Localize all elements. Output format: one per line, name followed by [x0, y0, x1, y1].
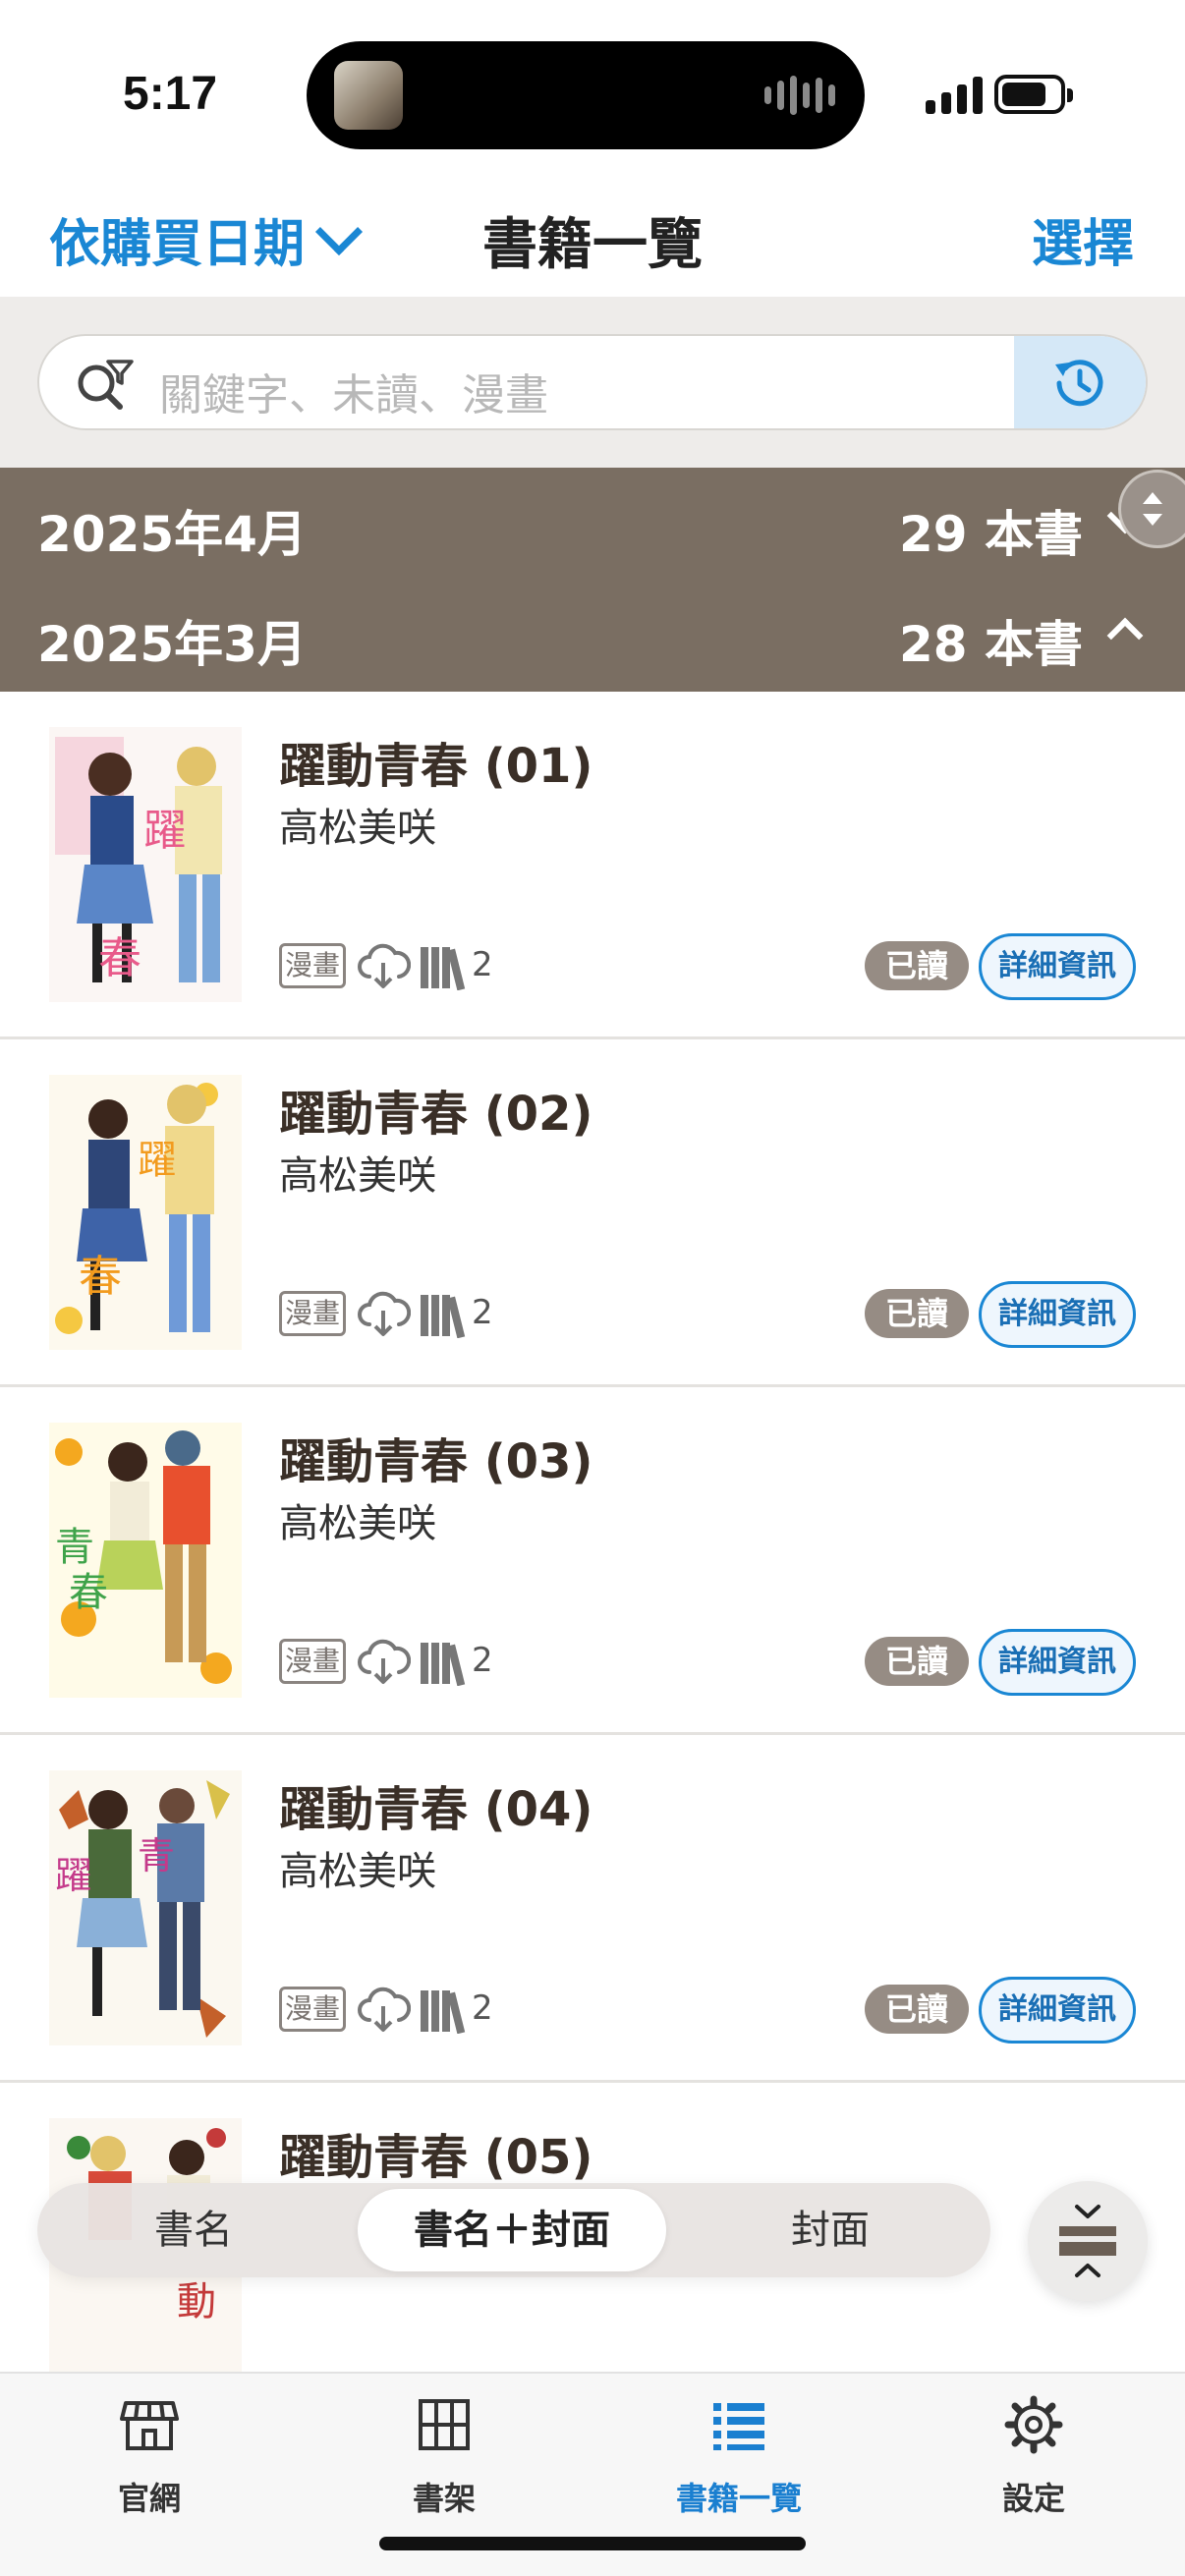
bookshelf-count: 2	[472, 945, 493, 984]
tab-label: 書籍一覽	[675, 2480, 802, 2517]
bookshelf-icon	[421, 947, 466, 990]
details-button[interactable]: 詳細資訊	[979, 933, 1136, 1000]
navigation-bar: 依購買日期 書籍一覽 選擇	[0, 187, 1185, 297]
search-area: 關鍵字、未讀、漫畫	[0, 297, 1185, 468]
svg-text:動: 動	[177, 2279, 216, 2324]
svg-text:春: 春	[69, 1570, 108, 1615]
read-status-badge: 已讀	[865, 1289, 969, 1338]
list-icon	[713, 2403, 764, 2450]
details-button[interactable]: 詳細資訊	[979, 1281, 1136, 1348]
status-time: 5:17	[123, 68, 218, 120]
view-title-cover-option[interactable]: 書名＋封面	[358, 2189, 666, 2271]
book-row[interactable]: 躍 春 躍動青春 (02) 高松美咲 漫畫 2 已讀 詳細資訊	[0, 1039, 1185, 1387]
month-section-header[interactable]: 2025年3月 28 本書	[0, 580, 1185, 692]
cloud-download-icon	[358, 1987, 411, 2032]
book-title: 躍動青春 (05)	[279, 2130, 593, 2185]
book-row[interactable]: 青 春 躍動青春 (03) 高松美咲 漫畫 2 已讀 詳細資訊	[0, 1387, 1185, 1735]
svg-text:青: 青	[138, 1834, 175, 1877]
search-filter-icon	[78, 360, 134, 410]
tab-label: 書架	[412, 2480, 476, 2517]
svg-text:躍: 躍	[55, 1854, 92, 1897]
book-title: 躍動青春 (03)	[279, 1434, 593, 1489]
book-row[interactable]: 躍 青 躍動青春 (04) 高松美咲 漫畫 2 已讀 詳細資訊	[0, 1735, 1185, 2083]
battery-icon	[994, 75, 1073, 114]
book-title: 躍動青春 (02)	[279, 1087, 593, 1142]
grid-icon	[419, 2399, 470, 2450]
store-icon	[120, 2401, 179, 2450]
tab-bookshelf[interactable]: 書架	[346, 2393, 542, 2519]
book-author: 高松美咲	[279, 1501, 436, 1546]
read-status-badge: 已讀	[865, 1637, 969, 1686]
svg-text:春: 春	[98, 933, 141, 983]
month-book-count: 28 本書	[899, 616, 1083, 673]
view-mode-toggle: 書名 書名＋封面 封面	[37, 2183, 990, 2277]
collapse-all-button[interactable]	[1028, 2181, 1148, 2301]
book-author: 高松美咲	[279, 1153, 436, 1199]
book-author: 高松美咲	[279, 806, 436, 851]
month-section-header[interactable]: 2025年4月 29 本書	[0, 468, 1185, 580]
audio-waveform-icon	[764, 73, 835, 118]
cellular-signal-icon	[926, 75, 983, 114]
manga-tag: 漫畫	[279, 1291, 346, 1336]
book-cover-image: 躍 春	[49, 727, 242, 1002]
chevron-up-icon	[1106, 617, 1144, 654]
tab-book-list[interactable]: 書籍一覽	[641, 2393, 837, 2519]
status-bar: 5:17	[0, 0, 1185, 187]
cloud-download-icon	[358, 1291, 411, 1336]
book-title: 躍動青春 (04)	[279, 1782, 593, 1837]
bookshelf-count: 2	[472, 1988, 493, 2028]
manga-tag: 漫畫	[279, 1639, 346, 1684]
manga-tag: 漫畫	[279, 943, 346, 988]
view-cover-only-option[interactable]: 封面	[680, 2189, 981, 2271]
month-label: 2025年4月	[37, 506, 307, 563]
select-button[interactable]: 選擇	[1032, 202, 1134, 276]
search-input[interactable]: 關鍵字、未讀、漫畫	[37, 334, 1148, 430]
cloud-download-icon	[358, 943, 411, 988]
svg-text:躍: 躍	[138, 1138, 177, 1183]
bookshelf-icon	[421, 1990, 466, 2034]
book-cover-image: 躍 春	[49, 1075, 242, 1350]
search-history-button[interactable]	[1014, 336, 1146, 428]
tab-label: 設定	[1001, 2480, 1065, 2517]
month-book-count: 29 本書	[899, 506, 1083, 563]
svg-text:躍: 躍	[143, 806, 187, 856]
now-playing-artwork	[334, 61, 403, 130]
manga-tag: 漫畫	[279, 1987, 346, 2032]
bookshelf-icon	[421, 1643, 466, 1686]
cloud-download-icon	[358, 1639, 411, 1684]
book-cover-image: 躍 青	[49, 1770, 242, 2045]
dynamic-island[interactable]	[307, 41, 865, 149]
gear-icon	[1004, 2395, 1063, 2454]
book-author: 高松美咲	[279, 1849, 436, 1894]
book-title: 躍動青春 (01)	[279, 739, 593, 794]
bookshelf-count: 2	[472, 1641, 493, 1680]
month-label: 2025年3月	[37, 616, 307, 673]
tab-label: 官網	[117, 2480, 181, 2517]
details-button[interactable]: 詳細資訊	[979, 1977, 1136, 2044]
home-indicator[interactable]	[379, 2537, 806, 2550]
tab-official-site[interactable]: 官網	[51, 2393, 248, 2519]
bookshelf-count: 2	[472, 1293, 493, 1332]
view-title-only-option[interactable]: 書名	[43, 2189, 344, 2271]
page-title: 書籍一覽	[482, 213, 703, 277]
book-cover-image: 青 春	[49, 1423, 242, 1698]
svg-text:春: 春	[79, 1252, 122, 1302]
book-row[interactable]: 躍 春 躍動青春 (01) 高松美咲 漫畫 2 已讀 詳細資訊	[0, 692, 1185, 1039]
details-button[interactable]: 詳細資訊	[979, 1629, 1136, 1696]
history-clock-icon	[1055, 360, 1103, 407]
collapse-icon	[1059, 2205, 1116, 2277]
svg-text:青: 青	[55, 1525, 94, 1570]
read-status-badge: 已讀	[865, 941, 969, 990]
read-status-badge: 已讀	[865, 1985, 969, 2034]
search-placeholder: 關鍵字、未讀、漫畫	[159, 370, 548, 420]
bookshelf-icon	[421, 1295, 466, 1338]
book-list: 躍 春 躍動青春 (01) 高松美咲 漫畫 2 已讀 詳細資訊 躍 春 躍動青春…	[0, 692, 1185, 2431]
tab-settings[interactable]: 設定	[935, 2393, 1132, 2519]
